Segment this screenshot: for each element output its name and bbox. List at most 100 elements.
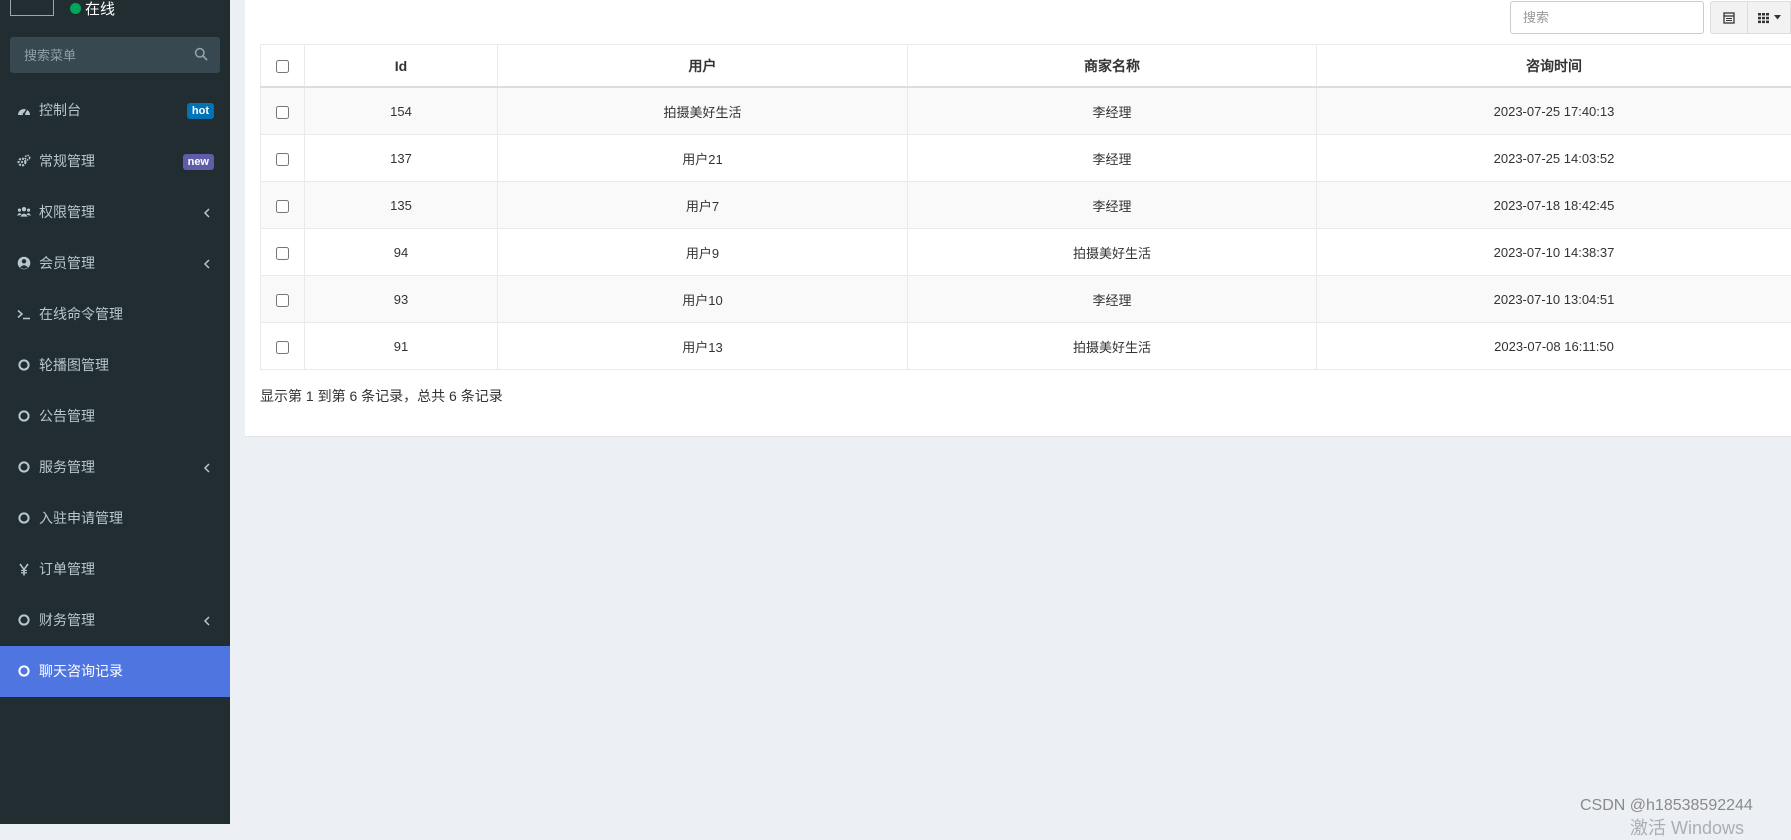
sidebar-item-online-command[interactable]: 在线命令管理: [0, 289, 230, 340]
cell-time: 2023-07-18 18:42:45: [1317, 182, 1791, 229]
online-status-text: 在线: [85, 1, 115, 18]
cell-id: 94: [305, 229, 498, 276]
cell-user: 用户13: [498, 323, 908, 370]
columns-grid-icon: [1758, 12, 1771, 24]
sidebar-item-permissions[interactable]: 权限管理: [0, 187, 230, 238]
sidebar-item-members[interactable]: 会员管理: [0, 238, 230, 289]
sidebar-item-carousel[interactable]: 轮播图管理: [0, 340, 230, 391]
cell-time: 2023-07-10 14:38:37: [1317, 229, 1791, 276]
row-select-cell: [261, 87, 305, 135]
table-search-input[interactable]: [1510, 1, 1704, 34]
sidebar-item-label: 权限管理: [39, 204, 95, 220]
cell-merchant: 拍摄美好生活: [908, 323, 1317, 370]
cell-merchant: 李经理: [908, 135, 1317, 182]
csdn-watermark: CSDN @h18538592244: [1580, 797, 1753, 815]
row-checkbox[interactable]: [276, 247, 289, 260]
cell-user: 用户7: [498, 182, 908, 229]
cell-time: 2023-07-25 14:03:52: [1317, 135, 1791, 182]
cell-id: 135: [305, 182, 498, 229]
circle-o-icon: [17, 460, 31, 474]
sidebar-item-settle-application[interactable]: 入驻申请管理: [0, 493, 230, 544]
table-view-icon: [1723, 12, 1735, 24]
columns-dropdown-button[interactable]: [1748, 1, 1791, 34]
dashboard-icon: [17, 103, 31, 117]
table-row[interactable]: 135 用户7 李经理 2023-07-18 18:42:45: [261, 182, 1791, 229]
cell-id: 93: [305, 276, 498, 323]
sidebar-item-label: 服务管理: [39, 459, 95, 475]
column-header-time[interactable]: 咨询时间: [1317, 45, 1791, 88]
sidebar-item-finance[interactable]: 财务管理: [0, 595, 230, 646]
menu-search-input[interactable]: [10, 37, 180, 73]
column-header-user[interactable]: 用户: [498, 45, 908, 88]
cell-merchant: 李经理: [908, 87, 1317, 135]
hot-badge: hot: [187, 103, 214, 119]
cell-time: 2023-07-10 13:04:51: [1317, 276, 1791, 323]
sidebar-item-label: 在线命令管理: [39, 306, 123, 322]
table-header-row: Id 用户 商家名称 咨询时间: [261, 45, 1791, 88]
table-row[interactable]: 137 用户21 李经理 2023-07-25 14:03:52: [261, 135, 1791, 182]
toggle-view-button[interactable]: [1710, 1, 1748, 34]
row-checkbox[interactable]: [276, 153, 289, 166]
sidebar-item-general[interactable]: 常规管理 new: [0, 136, 230, 187]
search-icon[interactable]: [194, 47, 208, 61]
sidebar-item-label: 会员管理: [39, 255, 95, 271]
cell-user: 用户10: [498, 276, 908, 323]
sidebar-item-label: 聊天咨询记录: [39, 663, 123, 679]
activate-windows-text: 激活 Windows: [1630, 814, 1744, 840]
sidebar-item-announcement[interactable]: 公告管理: [0, 391, 230, 442]
chevron-left-icon: [202, 615, 212, 627]
sidebar-item-orders[interactable]: 订单管理: [0, 544, 230, 595]
chevron-left-icon: [202, 462, 212, 474]
circle-o-icon: [17, 409, 31, 423]
table-row[interactable]: 93 用户10 李经理 2023-07-10 13:04:51: [261, 276, 1791, 323]
avatar[interactable]: [10, 0, 54, 16]
row-checkbox[interactable]: [276, 341, 289, 354]
sidebar: 在线 控制台 hot 常规管理 new 权限管理: [0, 0, 230, 824]
cogs-icon: [17, 154, 31, 168]
new-badge: new: [183, 154, 214, 170]
cell-time: 2023-07-08 16:11:50: [1317, 323, 1791, 370]
cell-id: 154: [305, 87, 498, 135]
cell-user: 用户9: [498, 229, 908, 276]
cell-merchant: 李经理: [908, 182, 1317, 229]
select-all-checkbox[interactable]: [276, 60, 289, 73]
cell-id: 137: [305, 135, 498, 182]
cell-merchant: 李经理: [908, 276, 1317, 323]
sidebar-item-service[interactable]: 服务管理: [0, 442, 230, 493]
chat-records-table: Id 用户 商家名称 咨询时间 154 拍摄美好生活 李经理 2023-07-2…: [260, 44, 1791, 370]
sidebar-item-chat-records[interactable]: 聊天咨询记录: [0, 646, 230, 697]
sidebar-item-dashboard[interactable]: 控制台 hot: [0, 85, 230, 136]
row-select-cell: [261, 229, 305, 276]
circle-o-icon: [17, 664, 31, 678]
sidebar-item-label: 财务管理: [39, 612, 95, 628]
terminal-icon: [17, 307, 31, 321]
online-dot-icon: [70, 3, 81, 14]
cell-user: 用户21: [498, 135, 908, 182]
chevron-left-icon: [202, 207, 212, 219]
sidebar-item-label: 入驻申请管理: [39, 510, 123, 526]
column-header-merchant[interactable]: 商家名称: [908, 45, 1317, 88]
row-select-cell: [261, 182, 305, 229]
circle-o-icon: [17, 358, 31, 372]
table-row[interactable]: 154 拍摄美好生活 李经理 2023-07-25 17:40:13: [261, 87, 1791, 135]
row-select-cell: [261, 276, 305, 323]
users-icon: [17, 205, 31, 219]
row-checkbox[interactable]: [276, 200, 289, 213]
row-select-cell: [261, 135, 305, 182]
row-checkbox[interactable]: [276, 106, 289, 119]
sidebar-item-label: 常规管理: [39, 153, 95, 169]
circle-o-icon: [17, 613, 31, 627]
row-checkbox[interactable]: [276, 294, 289, 307]
select-all-header: [261, 45, 305, 88]
online-status: 在线: [70, 0, 115, 19]
cell-merchant: 拍摄美好生活: [908, 229, 1317, 276]
sidebar-item-label: 公告管理: [39, 408, 95, 424]
table-row[interactable]: 94 用户9 拍摄美好生活 2023-07-10 14:38:37: [261, 229, 1791, 276]
circle-o-icon: [17, 511, 31, 525]
table-row[interactable]: 91 用户13 拍摄美好生活 2023-07-08 16:11:50: [261, 323, 1791, 370]
cell-time: 2023-07-25 17:40:13: [1317, 87, 1791, 135]
column-header-id[interactable]: Id: [305, 45, 498, 88]
sidebar-item-label: 控制台: [39, 102, 81, 118]
row-select-cell: [261, 323, 305, 370]
chevron-left-icon: [202, 258, 212, 270]
